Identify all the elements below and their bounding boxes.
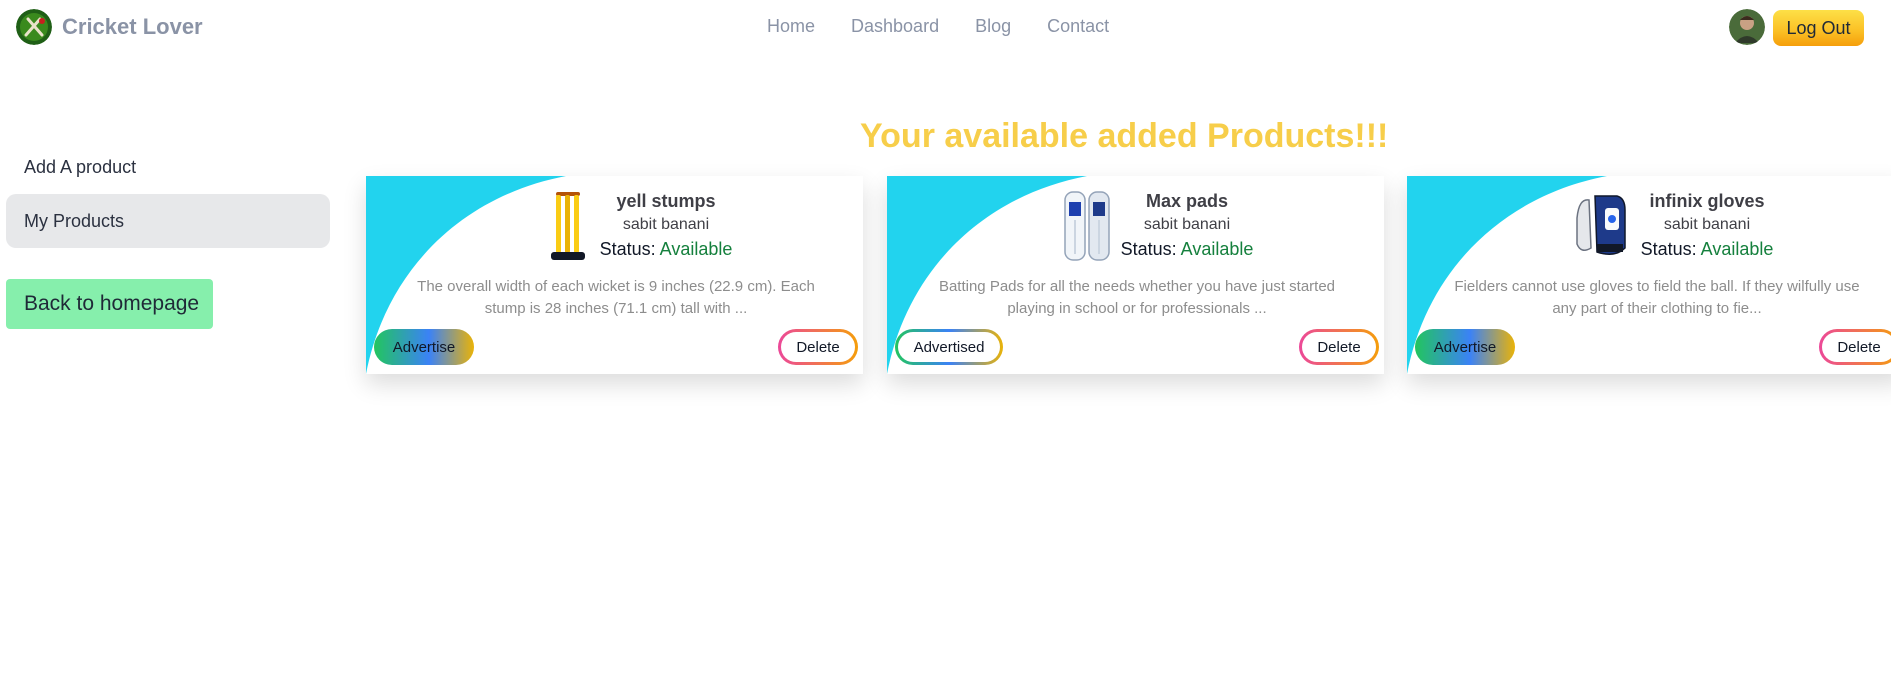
avatar[interactable] xyxy=(1729,9,1765,45)
product-card: yell stumps sabit banani Status: Availab… xyxy=(366,176,863,374)
page-title: Your available added Products!!! xyxy=(860,117,1389,155)
advertise-button[interactable]: Advertise xyxy=(1415,329,1515,365)
status-value: Available xyxy=(659,239,733,259)
product-title: Max pads xyxy=(1145,191,1229,211)
nav-home[interactable]: Home xyxy=(767,16,815,37)
advertised-button[interactable]: Advertised xyxy=(895,329,1003,365)
product-seller: sabit banani xyxy=(1143,216,1231,233)
delete-button[interactable]: Delete xyxy=(1299,329,1379,365)
delete-button[interactable]: Delete xyxy=(778,329,858,365)
product-description: The overall width of each wicket is 9 in… xyxy=(417,278,815,317)
navbar: Cricket Lover Home Dashboard Blog Contac… xyxy=(0,0,1891,54)
product-description: Batting Pads for all the needs whether y… xyxy=(938,278,1336,317)
product-status: Status: Available xyxy=(566,239,766,260)
status-value: Available xyxy=(1700,239,1774,259)
cricket-logo-icon xyxy=(16,9,52,45)
product-seller: sabit banani xyxy=(1663,216,1751,233)
logout-button[interactable]: Log Out xyxy=(1773,10,1864,46)
status-label: Status: xyxy=(599,239,656,259)
back-to-homepage-button[interactable]: Back to homepage xyxy=(6,279,213,329)
product-card: infinix gloves sabit banani Status: Avai… xyxy=(1407,176,1891,374)
delete-button[interactable]: Delete xyxy=(1819,329,1891,365)
nav-contact[interactable]: Contact xyxy=(1047,16,1109,37)
sidebar-item-my-products[interactable]: My Products xyxy=(6,194,330,248)
nav-blog[interactable]: Blog xyxy=(975,16,1011,37)
product-title: yell stumps xyxy=(616,191,716,211)
main-nav: Home Dashboard Blog Contact xyxy=(767,16,1109,37)
sidebar: Add A product My Products xyxy=(6,140,330,248)
status-label: Status: xyxy=(1120,239,1177,259)
product-seller: sabit banani xyxy=(622,216,710,233)
status-label: Status: xyxy=(1640,239,1697,259)
product-status: Status: Available xyxy=(1607,239,1807,260)
product-title: infinix gloves xyxy=(1649,191,1765,211)
status-value: Available xyxy=(1180,239,1254,259)
brand-link[interactable]: Cricket Lover xyxy=(16,9,203,45)
sidebar-item-add-product[interactable]: Add A product xyxy=(6,140,330,194)
nav-dashboard[interactable]: Dashboard xyxy=(851,16,939,37)
brand-name: Cricket Lover xyxy=(62,14,203,39)
product-card: Max pads sabit banani Status: Available … xyxy=(887,176,1384,374)
advertise-button[interactable]: Advertise xyxy=(374,329,474,365)
product-status: Status: Available xyxy=(1087,239,1287,260)
product-description: Fielders cannot use gloves to field the … xyxy=(1454,278,1860,317)
